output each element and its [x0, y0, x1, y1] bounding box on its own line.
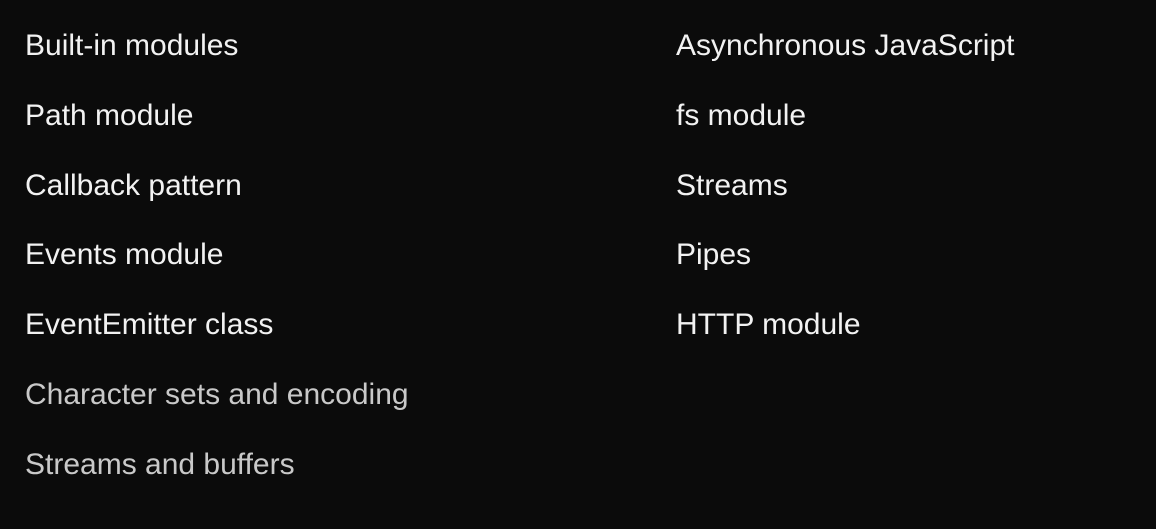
topic-path-module: Path module — [25, 98, 194, 132]
topic-eventemitter-class: EventEmitter class — [25, 308, 274, 342]
right-topic-list: Asynchronous JavaScript fs module Stream… — [676, 31, 1015, 380]
topic-streams: Streams — [676, 168, 788, 202]
topic-pipes: Pipes — [676, 238, 752, 272]
topics-slide: Built-in modules Path module Callback pa… — [0, 0, 1156, 529]
topic-events-module: Events module — [25, 238, 224, 272]
topic-fs-module: fs module — [676, 98, 807, 132]
left-topic-list: Built-in modules Path module Callback pa… — [25, 31, 409, 520]
topic-character-sets-and-encoding: Character sets and encoding — [25, 377, 409, 411]
topic-callback-pattern: Callback pattern — [25, 168, 242, 202]
topic-streams-and-buffers: Streams and buffers — [25, 447, 295, 481]
topic-asynchronous-javascript: Asynchronous JavaScript — [676, 29, 1015, 62]
topic-built-in-modules: Built-in modules — [25, 29, 239, 62]
topic-http-module: HTTP module — [676, 308, 861, 342]
